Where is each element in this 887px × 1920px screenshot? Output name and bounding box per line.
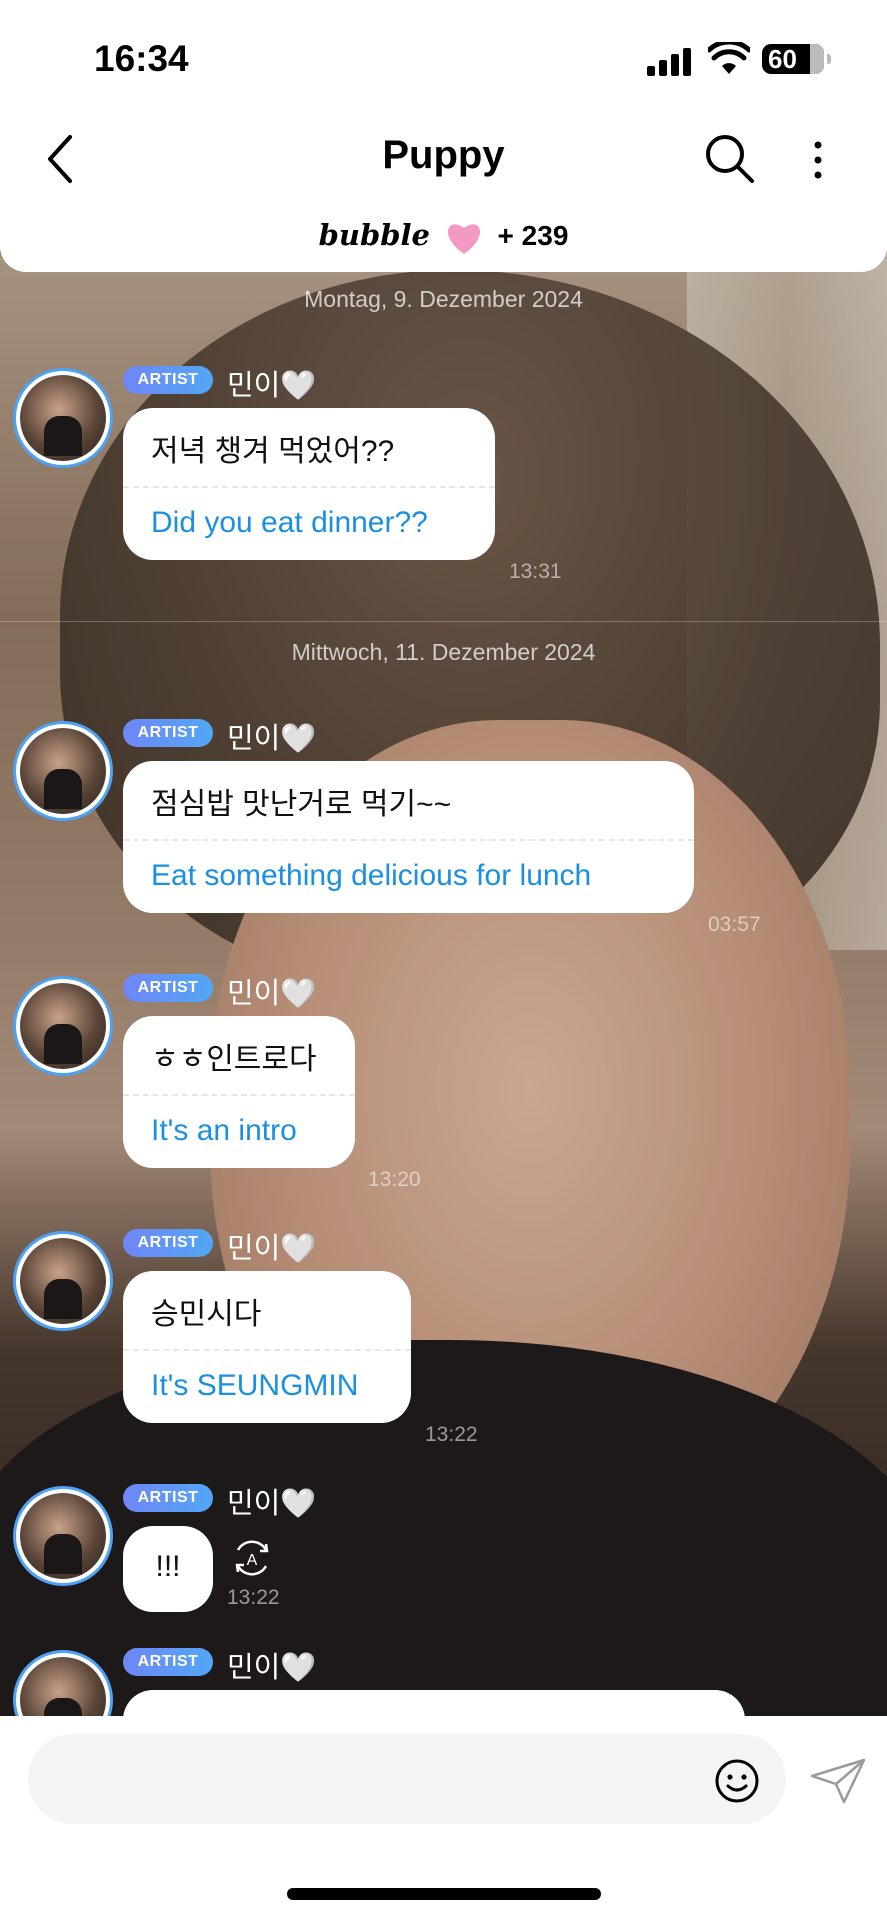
heart-icon <box>447 223 480 254</box>
sender-name: 민이🤍 <box>227 1652 317 1684</box>
message-bubble[interactable]: !!! <box>123 1526 213 1612</box>
message-text-translation: Did you eat dinner?? <box>151 506 428 539</box>
translate-icon[interactable]: A <box>230 1536 274 1580</box>
message-text-korean: 저녁 챙겨 먹었어?? <box>151 435 395 468</box>
message-text-korean: 승민시다 <box>151 1298 262 1331</box>
battery-icon: 60 <box>762 44 831 74</box>
wifi-icon <box>708 42 750 74</box>
artist-badge: ARTIST <box>123 1229 213 1257</box>
message-time: 13:20 <box>368 1168 421 1191</box>
svg-text:A: A <box>247 1552 258 1569</box>
message-time: 03:57 <box>708 913 761 936</box>
message-bubble[interactable]: ㅎㅎ인트로다 It's an intro <box>123 1016 355 1168</box>
artist-badge: ARTIST <box>123 719 213 747</box>
sender-name: 민이🤍 <box>227 978 317 1010</box>
message-text-korean: ㅎㅎ인트로다 <box>151 1043 317 1076</box>
message-composer <box>0 1716 887 1920</box>
home-indicator[interactable] <box>287 1888 601 1900</box>
artist-badge: ARTIST <box>123 366 213 394</box>
nav-bar: Puppy <box>0 125 887 195</box>
sender-name: 민이🤍 <box>227 1233 317 1265</box>
day-divider <box>0 621 887 622</box>
message-text-korean: !!! <box>155 1550 181 1583</box>
bubble-subscription-info[interactable]: bubble + 239 <box>0 218 887 256</box>
message-bubble[interactable]: 점심밥 맛난거로 먹기~~ Eat something delicious fo… <box>123 761 694 913</box>
date-separator: Montag, 9. Dezember 2024 <box>304 286 583 312</box>
message-time: 13:31 <box>509 560 562 583</box>
message-text-translation: Eat something delicious for lunch <box>151 859 592 892</box>
sender-name: 민이🤍 <box>227 370 317 402</box>
artist-badge: ARTIST <box>123 1648 213 1676</box>
message-text-translation: It's SEUNGMIN <box>151 1369 359 1402</box>
status-time: 16:34 <box>94 38 189 79</box>
avatar[interactable] <box>13 368 113 468</box>
emoji-icon[interactable] <box>714 1758 760 1804</box>
avatar[interactable] <box>13 976 113 1076</box>
date-separator: Mittwoch, 11. Dezember 2024 <box>291 639 596 665</box>
message-input[interactable] <box>28 1734 786 1824</box>
avatar[interactable] <box>13 721 113 821</box>
message-bubble[interactable]: 저녁 챙겨 먹었어?? Did you eat dinner?? <box>123 408 495 560</box>
sender-name: 민이🤍 <box>227 723 317 755</box>
send-icon[interactable] <box>808 1756 868 1806</box>
avatar[interactable] <box>13 1231 113 1331</box>
artist-badge: ARTIST <box>123 1484 213 1512</box>
battery-level: 60 <box>768 44 797 74</box>
message-bubble[interactable]: 승민시다 It's SEUNGMIN <box>123 1271 411 1423</box>
chat-header: 16:34 60 Puppy bubble + 239 <box>0 0 887 272</box>
signal-icon <box>647 48 691 76</box>
message-text-korean: 점심밥 맛난거로 먹기~~ <box>151 788 452 821</box>
search-icon[interactable] <box>702 131 758 187</box>
message-text-translation: It's an intro <box>151 1114 297 1147</box>
message-time: 13:22 <box>227 1586 280 1609</box>
message-time: 13:22 <box>425 1423 478 1446</box>
bubble-count: + 239 <box>497 220 569 251</box>
avatar[interactable] <box>13 1486 113 1586</box>
more-icon[interactable] <box>808 135 828 185</box>
bubble-brand: bubble <box>318 218 430 252</box>
artist-badge: ARTIST <box>123 974 213 1002</box>
status-bar: 16:34 60 <box>0 34 887 84</box>
sender-name: 민이🤍 <box>227 1488 317 1520</box>
